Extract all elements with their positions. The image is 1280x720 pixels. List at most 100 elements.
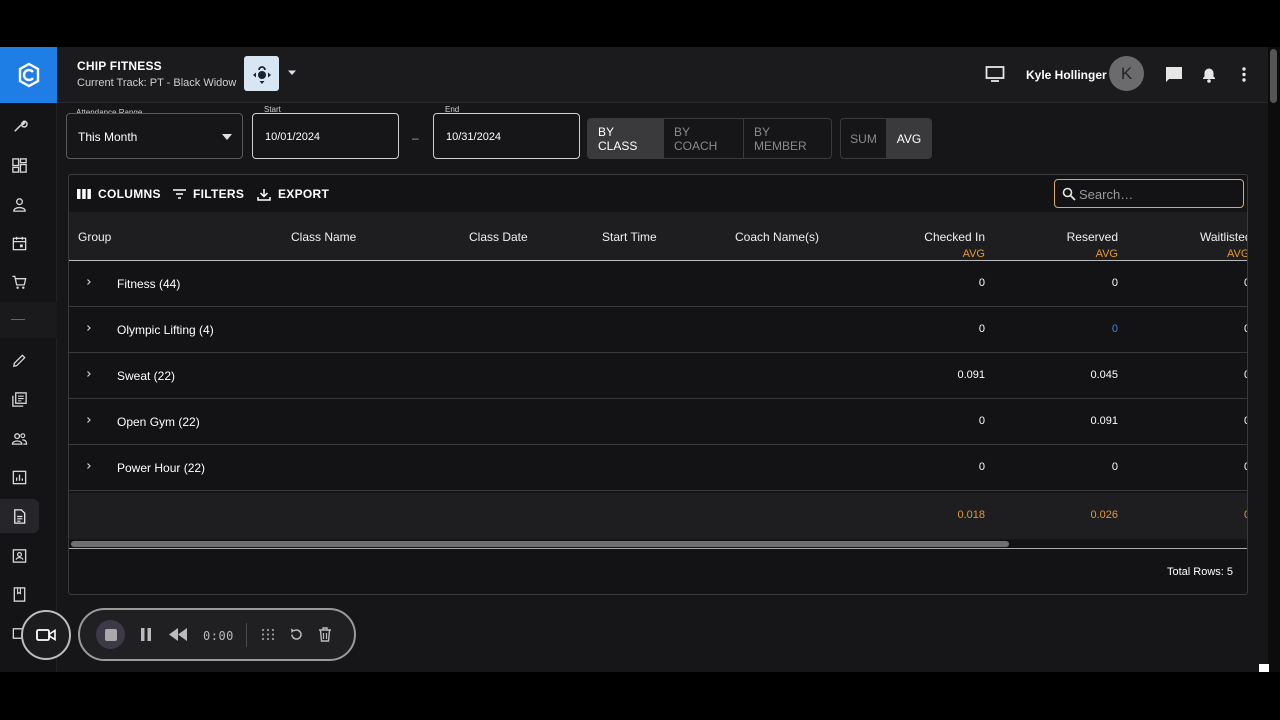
brand-logo[interactable] <box>0 47 57 103</box>
download-icon <box>257 188 271 201</box>
cell-waitlisted: 0 <box>1244 323 1247 335</box>
user-name[interactable]: Kyle Hollinger <box>1026 68 1107 82</box>
cell-waitlisted: 0 <box>1244 415 1247 427</box>
column-header-reserved[interactable]: Reserved <box>1067 230 1118 244</box>
bell-icon[interactable] <box>1200 65 1218 84</box>
contact-card-icon[interactable] <box>8 544 30 566</box>
columns-label: COLUMNS <box>98 187 161 201</box>
recording-timer: 0:00 <box>203 629 234 643</box>
row-group-label: Sweat (22) <box>117 369 176 383</box>
row-group-label: Power Hour (22) <box>117 461 206 475</box>
current-track: Current Track: PT - Black Widow <box>77 77 237 89</box>
cell-checked-in: 0 <box>978 277 985 289</box>
row-group-label: Fitness (44) <box>117 277 181 291</box>
attendance-range-value: This Month <box>78 130 138 144</box>
chat-icon[interactable] <box>1164 65 1184 84</box>
table-row[interactable]: Fitness (44) 0 0 0 <box>69 261 1247 307</box>
sidebar <box>0 47 57 672</box>
library-icon[interactable] <box>8 388 30 410</box>
aggregate-sum-button[interactable]: SUM <box>841 119 887 158</box>
waitlisted-agg-label: AVG <box>1227 248 1248 260</box>
recorder-camera-button[interactable] <box>21 610 71 660</box>
total-reserved: 0.026 <box>1090 509 1118 521</box>
chevron-right-icon[interactable] <box>85 461 93 471</box>
monitor-icon[interactable] <box>985 65 1005 83</box>
chevron-right-icon[interactable] <box>85 277 93 287</box>
group-by-toggle: BY CLASS BY COACH BY MEMBER <box>587 118 832 159</box>
page-scrollbar[interactable] <box>1268 47 1280 672</box>
column-header-class-date[interactable]: Class Date <box>469 230 528 244</box>
columns-button[interactable]: COLUMNS <box>77 187 161 201</box>
gym-name: CHIP FITNESS <box>77 59 162 73</box>
horizontal-scrollbar[interactable] <box>69 539 1247 549</box>
page-scrollbar-thumb[interactable] <box>1270 49 1277 103</box>
column-header-waitlisted[interactable]: Waitlisted <box>1200 230 1247 244</box>
more-vertical-icon[interactable] <box>1237 65 1251 84</box>
table-row[interactable]: Open Gym (22) 0 0.091 0 <box>69 399 1247 445</box>
dashboard-icon[interactable] <box>8 154 30 176</box>
group-by-coach-button[interactable]: BY COACH <box>664 119 744 158</box>
table-row[interactable]: Power Hour (22) 0 0 0 <box>69 445 1247 491</box>
cell-waitlisted: 0 <box>1244 461 1247 473</box>
column-header-class-name[interactable]: Class Name <box>291 230 356 244</box>
chevron-right-icon[interactable] <box>85 415 93 425</box>
cell-reserved[interactable]: 0 <box>1112 323 1118 335</box>
caret-down-icon <box>222 134 232 140</box>
stop-recording-button[interactable] <box>96 620 125 649</box>
book-icon[interactable] <box>8 583 30 605</box>
filters-button[interactable]: FILTERS <box>173 187 244 201</box>
cell-checked-in: 0 <box>978 461 985 473</box>
pause-icon[interactable] <box>140 628 152 641</box>
column-header-start-time[interactable]: Start Time <box>602 230 657 244</box>
total-waitlisted: 0 <box>1244 509 1247 521</box>
group-by-class-button[interactable]: BY CLASS <box>588 119 664 158</box>
avatar[interactable]: K <box>1109 56 1144 91</box>
track-switch-button[interactable] <box>244 56 279 91</box>
analytics-icon[interactable] <box>8 466 30 488</box>
stop-icon <box>104 628 117 641</box>
date-range-separator: – <box>412 131 419 145</box>
person-icon[interactable] <box>8 193 30 215</box>
search-icon <box>1062 187 1076 201</box>
report-icon[interactable] <box>8 505 30 527</box>
end-date-field[interactable]: 10/31/2024 <box>433 113 580 159</box>
chevron-right-icon[interactable] <box>85 323 93 333</box>
export-button[interactable]: EXPORT <box>257 187 329 201</box>
cell-waitlisted: 0 <box>1244 277 1247 289</box>
search-input[interactable] <box>1079 184 1239 204</box>
drag-handle-icon[interactable] <box>261 628 275 641</box>
trash-icon[interactable] <box>318 627 332 642</box>
total-checked-in: 0.018 <box>957 509 985 521</box>
recorder-controls: 0:00 <box>78 608 356 661</box>
chevron-down-icon[interactable] <box>287 69 297 77</box>
tools-icon[interactable] <box>8 115 30 137</box>
chevron-right-icon[interactable] <box>85 369 93 379</box>
group-by-member-button[interactable]: BY MEMBER <box>744 119 831 158</box>
export-label: EXPORT <box>278 187 330 201</box>
scrollbar-thumb[interactable] <box>71 541 1009 547</box>
table-row[interactable]: Olympic Lifting (4) 0 0 0 <box>69 307 1247 353</box>
attendance-range-select[interactable]: This Month <box>66 113 243 159</box>
cell-checked-in: 0 <box>978 323 985 335</box>
table-row[interactable]: Sweat (22) 0.091 0.045 0 <box>69 353 1247 399</box>
kettlebell-move-icon <box>252 65 271 84</box>
filters-label: FILTERS <box>193 187 245 201</box>
cart-icon[interactable] <box>8 271 30 293</box>
row-group-label: Olympic Lifting (4) <box>117 323 214 337</box>
aggregate-avg-button[interactable]: AVG <box>887 119 931 158</box>
sidebar-divider <box>0 302 57 338</box>
rewind-icon[interactable] <box>169 628 187 641</box>
calendar-icon[interactable] <box>8 232 30 254</box>
start-date-field[interactable]: 10/01/2024 <box>252 113 399 159</box>
people-icon[interactable] <box>8 427 30 449</box>
attendance-grid: COLUMNS FILTERS EXPORT Group Class Name … <box>68 174 1248 595</box>
cell-reserved: 0 <box>1111 277 1118 289</box>
reserved-agg-label: AVG <box>1095 248 1118 260</box>
table-header: Group Class Name Class Date Start Time C… <box>69 212 1248 261</box>
pencil-icon[interactable] <box>8 349 30 371</box>
corner-marker <box>1259 664 1269 672</box>
column-header-checked-in[interactable]: Checked In <box>924 230 985 244</box>
column-header-coach-names[interactable]: Coach Name(s) <box>735 230 819 244</box>
column-header-group[interactable]: Group <box>78 230 111 244</box>
restart-icon[interactable] <box>289 627 304 642</box>
